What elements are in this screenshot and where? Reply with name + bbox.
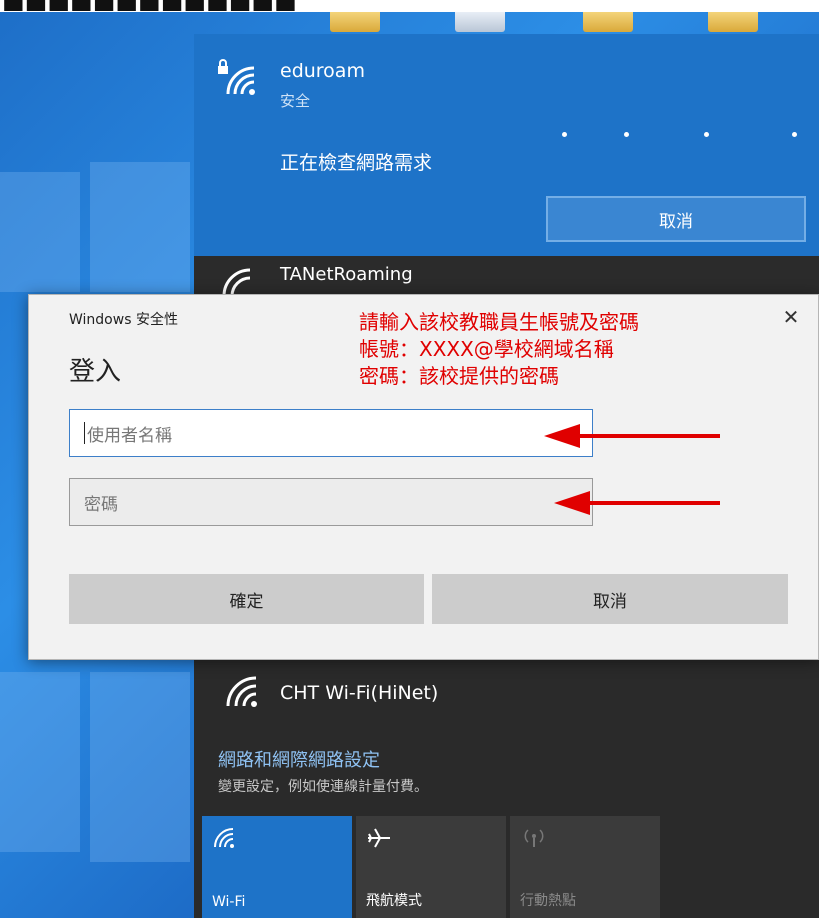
annotation-line: 帳號：XXXX@學校網域名稱 [359, 337, 614, 361]
annotation-arrow-icon [554, 491, 720, 515]
quick-action-label: Wi-Fi [212, 894, 246, 910]
annotation-arrow-icon [544, 424, 720, 448]
folder-icon[interactable] [583, 12, 633, 32]
wifi-icon [226, 676, 257, 707]
wallpaper-pane [90, 162, 190, 292]
quick-action-mobile-hotspot: 行動熱點 [510, 816, 660, 918]
dialog-caption: Windows 安全性 [69, 312, 178, 328]
windows-security-dialog: Windows 安全性 ✕ 登入 請輸入該校教職員生帳號及密碼 帳號：XXXX@… [28, 294, 819, 660]
wallpaper-pane [90, 672, 190, 862]
wifi-icon [214, 828, 234, 848]
airplane-icon [368, 828, 390, 848]
annotation-line: 密碼：該校提供的密碼 [359, 364, 559, 388]
progress-dot [562, 132, 567, 137]
password-input[interactable]: 密碼 [69, 478, 593, 526]
wallpaper-pane [0, 172, 80, 292]
close-button[interactable]: ✕ [777, 303, 805, 331]
progress-dot [624, 132, 629, 137]
network-settings-description: 變更設定，例如使連線計量付費。 [218, 779, 428, 795]
username-input[interactable]: 使用者名稱 [69, 409, 593, 457]
quick-action-airplane[interactable]: 飛航模式 [356, 816, 506, 918]
username-placeholder: 使用者名稱 [87, 425, 172, 446]
dialog-heading: 登入 [69, 357, 122, 387]
ok-button[interactable]: 確定 [69, 574, 424, 624]
close-icon: ✕ [782, 305, 800, 329]
instruction-header-cropped: ■■■■■■■■■■■■■ [0, 0, 819, 12]
secure-wifi-icon [218, 59, 255, 95]
folder-icon[interactable] [330, 12, 380, 32]
wallpaper-pane [0, 672, 80, 852]
network-item-tanetroaming[interactable]: TANetRoaming [194, 256, 819, 296]
folder-icon[interactable] [708, 12, 758, 32]
instruction-title-fragment: ■■■■■■■■■■■■■ [2, 0, 297, 12]
progress-dot [704, 132, 709, 137]
text-caret [84, 422, 85, 444]
network-security-status: 安全 [280, 92, 311, 110]
quick-action-label: 行動熱點 [520, 893, 576, 909]
quick-action-label: 飛航模式 [366, 893, 422, 909]
quick-action-wifi[interactable]: Wi-Fi [202, 816, 352, 918]
hotspot-icon [524, 829, 544, 847]
network-name: CHT Wi-Fi(HiNet) [280, 682, 439, 704]
network-settings-link[interactable]: 網路和網際網路設定 [218, 746, 380, 772]
cancel-button[interactable]: 取消 [432, 574, 788, 624]
network-item-cht-wifi[interactable]: CHT Wi-Fi(HiNet) [194, 660, 819, 724]
file-icon[interactable] [455, 12, 505, 32]
network-name: TANetRoaming [280, 264, 413, 285]
annotation-line: 請輸入該校教職員生帳號及密碼 [359, 310, 639, 334]
cancel-connect-button[interactable]: 取消 [546, 196, 806, 242]
password-placeholder: 密碼 [84, 494, 118, 515]
network-name: eduroam [280, 60, 365, 82]
connection-status-text: 正在檢查網路需求 [280, 152, 433, 174]
network-item-eduroam[interactable]: eduroam 安全 正在檢查網路需求 取消 [194, 34, 819, 256]
instruction-annotation: 請輸入該校教職員生帳號及密碼 帳號：XXXX@學校網域名稱 密碼：該校提供的密碼 [359, 309, 639, 390]
wifi-icon [222, 268, 251, 296]
progress-dot [792, 132, 797, 137]
